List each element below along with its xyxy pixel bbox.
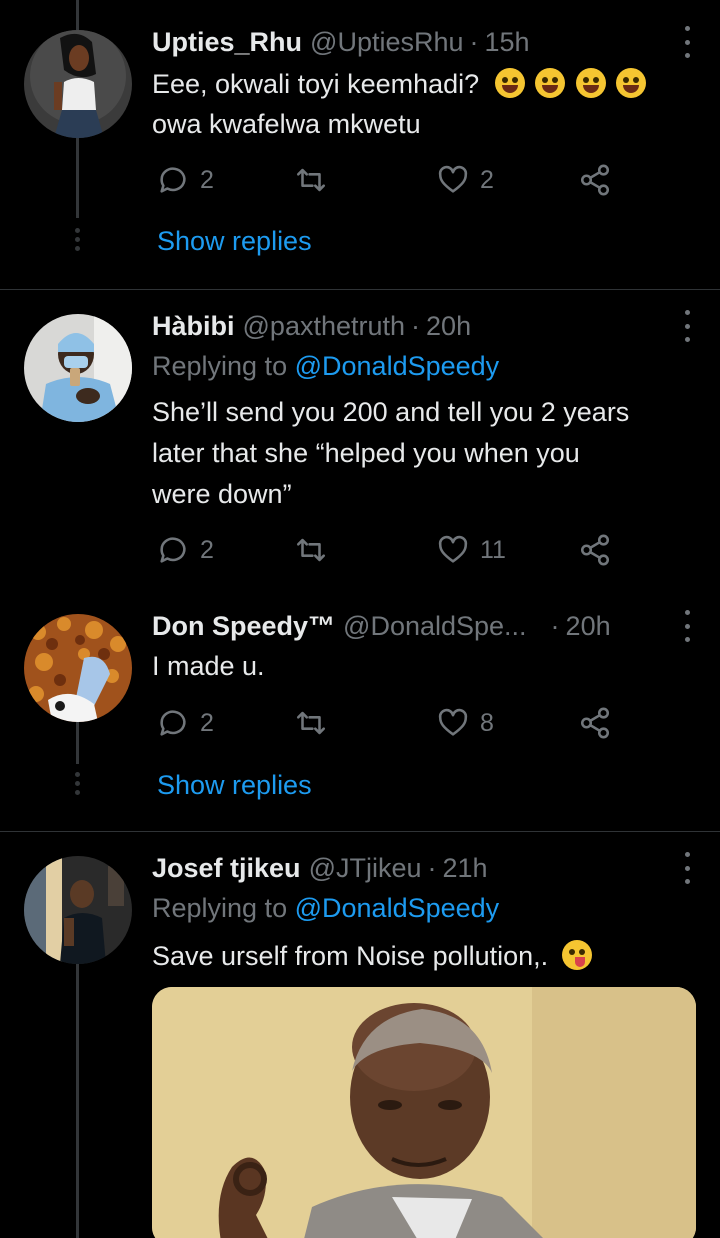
heart-icon: [438, 165, 468, 193]
tweet-actions: 2 2: [152, 160, 632, 200]
tweet-header: Upties_Rhu @UptiesRhu · 15h: [152, 22, 696, 62]
more-options-icon[interactable]: [682, 26, 692, 58]
avatar[interactable]: [24, 314, 132, 422]
share-button[interactable]: [578, 703, 612, 743]
tweet-actions: 2 8: [152, 703, 632, 743]
user-handle[interactable]: @DonaldSpe...: [343, 611, 527, 642]
tweet-upties-rhu[interactable]: Upties_Rhu @UptiesRhu · 15h Eee, okwali …: [0, 0, 720, 290]
show-replies-link[interactable]: Show replies: [157, 226, 312, 257]
separator: ·: [469, 26, 479, 57]
display-name[interactable]: Hàbibi: [152, 311, 235, 342]
tweet-text: Save urself from Noise pollution,.: [152, 936, 696, 977]
timestamp[interactable]: 21h: [443, 853, 488, 884]
replying-to-label: Replying to: [152, 351, 288, 381]
heart-icon: [438, 708, 468, 736]
show-replies-link[interactable]: Show replies: [157, 770, 312, 801]
thread-continuation-dots: [73, 228, 81, 255]
retweet-button[interactable]: [294, 530, 328, 570]
more-options-icon[interactable]: [682, 310, 692, 342]
avatar[interactable]: [24, 614, 132, 722]
share-icon: [580, 534, 610, 566]
separator: ·: [427, 852, 437, 883]
thread-continuation-dots: [73, 772, 81, 799]
tweet-text-line: Eee, okwali toyi keemhadi?: [152, 69, 480, 99]
retweet-button[interactable]: [294, 703, 328, 743]
like-count: 2: [480, 165, 494, 194]
like-count: 8: [480, 708, 494, 737]
thread-line: [76, 964, 79, 1238]
tweet-header: Josef tjikeu @JTjikeu · 21h: [152, 848, 696, 888]
display-name[interactable]: Upties_Rhu: [152, 27, 302, 58]
timestamp[interactable]: 15h: [485, 27, 530, 58]
mention-link[interactable]: @DonaldSpeedy: [295, 351, 500, 381]
separator: ·: [550, 610, 560, 641]
tweet-image[interactable]: [152, 987, 696, 1238]
tweet-header: Hàbibi @paxthetruth · 20h: [152, 306, 696, 346]
reply-count: 2: [200, 535, 214, 564]
rolling-on-floor-laughing-emoji: [535, 68, 566, 98]
tweet-text-line: later that she “helped you when you: [152, 438, 580, 468]
tweet-text-line: owa kwafelwa mkwetu: [152, 109, 421, 139]
reply-icon: [160, 537, 186, 563]
avatar[interactable]: [24, 30, 132, 138]
reply-button[interactable]: 2: [156, 160, 214, 200]
reply-button[interactable]: 2: [156, 703, 214, 743]
display-name[interactable]: Don Speedy™: [152, 611, 335, 642]
thread-line: [76, 138, 79, 218]
share-button[interactable]: [578, 530, 612, 570]
tweet-text-line: She’ll send you 200 and tell you 2 years: [152, 397, 630, 427]
user-handle[interactable]: @paxthetruth: [243, 311, 406, 342]
rolling-on-floor-laughing-emoji: [616, 68, 647, 98]
tweet-text: Eee, okwali toyi keemhadi?: [152, 64, 696, 105]
heart-icon: [438, 535, 468, 563]
avatar[interactable]: [24, 856, 132, 964]
retweet-icon: [296, 538, 326, 562]
tweet-text-line: were down”: [152, 479, 292, 509]
reply-count: 2: [200, 708, 214, 737]
timestamp[interactable]: 20h: [566, 611, 611, 642]
retweet-icon: [296, 711, 326, 735]
share-icon: [580, 164, 610, 196]
thread-line-top: [76, 0, 79, 30]
rolling-on-floor-laughing-emoji: [575, 68, 606, 98]
like-button[interactable]: 2: [436, 160, 494, 200]
retweet-icon: [296, 168, 326, 192]
like-button[interactable]: 8: [436, 703, 494, 743]
timestamp[interactable]: 20h: [426, 311, 471, 342]
more-options-icon[interactable]: [682, 610, 692, 642]
user-handle[interactable]: @JTjikeu: [309, 853, 422, 884]
reply-count: 2: [200, 165, 214, 194]
mention-link[interactable]: @DonaldSpeedy: [295, 893, 500, 923]
reply-icon: [160, 710, 186, 736]
tweet-actions: 2 11: [152, 530, 632, 570]
like-button[interactable]: 11: [436, 530, 506, 570]
thread-line: [76, 722, 79, 764]
reply-button[interactable]: 2: [156, 530, 214, 570]
rolling-on-floor-laughing-emoji: [494, 68, 525, 98]
separator: ·: [411, 310, 421, 341]
display-name[interactable]: Josef tjikeu: [152, 853, 301, 884]
tweet-text-line: I made u.: [152, 651, 265, 681]
more-options-icon[interactable]: [682, 852, 692, 884]
reply-icon: [160, 167, 186, 193]
tweet-header: Don Speedy™ @DonaldSpe... · 20h: [152, 606, 696, 646]
like-count: 11: [480, 535, 506, 564]
share-button[interactable]: [578, 160, 612, 200]
tweet-don-speedy[interactable]: Don Speedy™ @DonaldSpe... · 20h I made u…: [0, 600, 720, 830]
share-icon: [580, 707, 610, 739]
winking-face-with-tongue-emoji: [561, 940, 592, 970]
replying-to: Replying to @DonaldSpeedy: [152, 346, 696, 387]
replying-to: Replying to @DonaldSpeedy: [152, 888, 696, 929]
tweet-habibi[interactable]: Hàbibi @paxthetruth · 20h Replying to @D…: [0, 290, 720, 600]
user-handle[interactable]: @UptiesRhu: [310, 27, 463, 58]
replying-to-label: Replying to: [152, 893, 288, 923]
retweet-button[interactable]: [294, 160, 328, 200]
tweet-text-line: Save urself from Noise pollution,.: [152, 941, 549, 971]
